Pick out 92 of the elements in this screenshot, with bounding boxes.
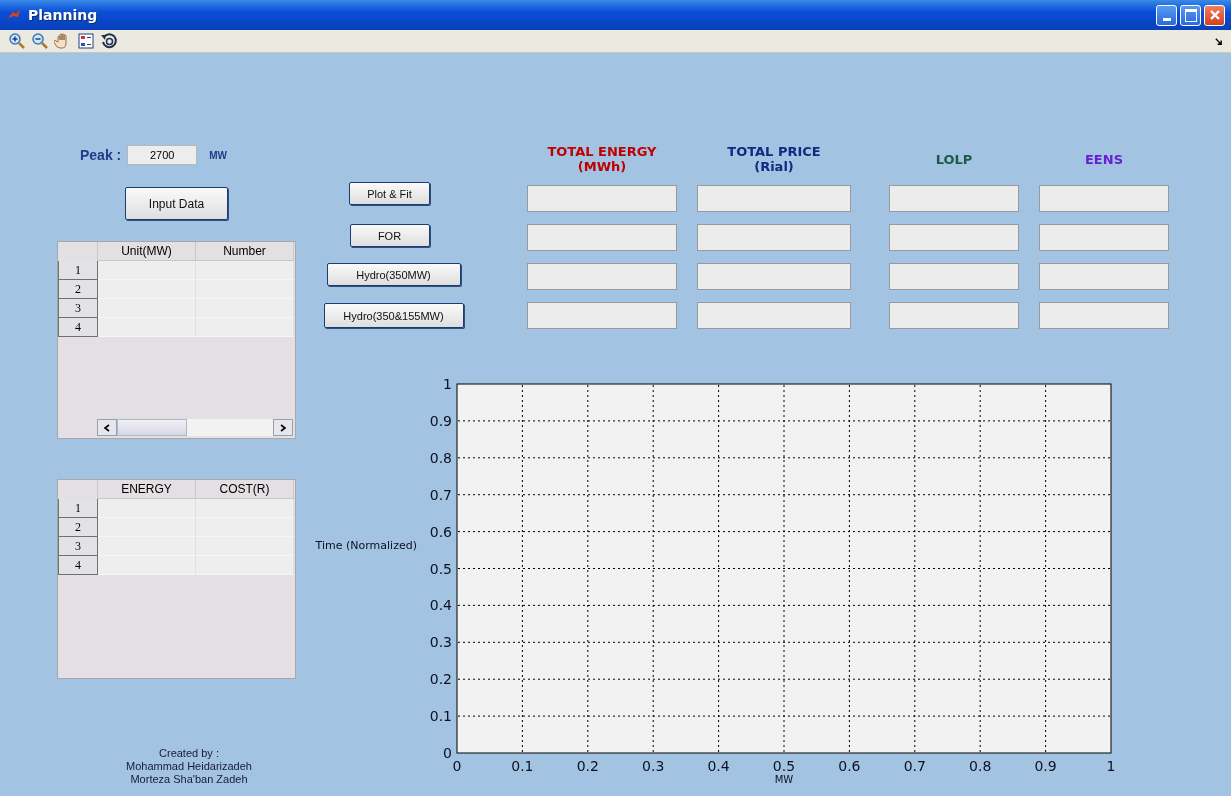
table-cell[interactable] [98, 537, 196, 556]
y-tick-label: 1 [443, 376, 452, 392]
unit-label: MW [209, 149, 228, 161]
result-field[interactable] [527, 302, 677, 329]
y-tick-label: 0.1 [429, 708, 452, 725]
y-tick-label: 0.9 [429, 412, 452, 429]
result-title: EENS [1085, 151, 1123, 167]
close-button[interactable] [1204, 4, 1225, 26]
result-field[interactable] [697, 302, 851, 329]
table-cell[interactable] [196, 280, 294, 299]
table-cell[interactable] [98, 261, 196, 280]
result-field[interactable] [1039, 302, 1169, 329]
row-header: 2 [58, 280, 98, 299]
window-title: Planning [28, 7, 98, 23]
credit-text: Created by : [159, 747, 219, 759]
input-data-button[interactable]: Input Data [125, 187, 228, 220]
y-tick-label: 0.8 [429, 449, 452, 466]
table-cell[interactable] [98, 318, 196, 337]
x-tick-label: 0.7 [903, 758, 926, 774]
table-cell[interactable] [196, 556, 294, 575]
x-tick-label: 0.6 [838, 758, 861, 774]
x-tick-label: 0.9 [1034, 758, 1057, 774]
table-cell[interactable] [196, 318, 294, 337]
minimize-button[interactable] [1156, 4, 1177, 26]
table-cell[interactable] [98, 299, 196, 318]
zoom-out-icon[interactable] [31, 32, 49, 50]
result-field[interactable] [697, 224, 851, 251]
x-tick-label: 0.2 [576, 758, 599, 774]
table-cell[interactable] [98, 280, 196, 299]
action-button[interactable]: Plot & Fit [349, 182, 430, 205]
result-field[interactable] [697, 185, 851, 212]
result-title: TOTAL PRICE [727, 144, 821, 159]
close-icon [1208, 9, 1221, 21]
action-button[interactable]: FOR [349, 224, 430, 247]
y-tick-label: 0.5 [429, 560, 452, 577]
maximize-button[interactable] [1180, 4, 1201, 26]
x-tick-label: 1 [1106, 758, 1116, 774]
y-tick-label: 0.4 [429, 597, 452, 614]
row-header: 1 [58, 499, 98, 518]
result-field[interactable] [889, 185, 1019, 212]
y-tick-label: 0 [443, 745, 452, 761]
row-header: 2 [58, 518, 98, 537]
result-field[interactable] [889, 224, 1019, 251]
peak-label: Peak : [80, 147, 122, 163]
y-axis-label: Time (Normalized) [315, 539, 417, 552]
y-tick-label: 0.6 [429, 523, 452, 540]
credit-text: Mohammad Heidarizadeh [126, 760, 252, 772]
result-unit: (MWh) [577, 159, 627, 174]
x-tick-label: 0.8 [969, 758, 992, 774]
result-field[interactable] [1039, 185, 1169, 212]
horizontal-scrollbar[interactable] [97, 419, 293, 436]
table-cell[interactable] [196, 261, 294, 280]
y-tick-label: 0.3 [429, 634, 452, 651]
result-field[interactable] [1039, 263, 1169, 290]
table-cell[interactable] [98, 518, 196, 537]
zoom-in-icon[interactable] [8, 32, 26, 50]
table-cell[interactable] [196, 518, 294, 537]
credit-text: Morteza Sha'ban Zadeh [130, 773, 248, 785]
row-header: 3 [58, 537, 98, 556]
action-button[interactable]: Hydro(350MW) [326, 263, 461, 286]
result-field[interactable] [527, 185, 677, 212]
table-cell[interactable] [98, 556, 196, 575]
result-field[interactable] [889, 263, 1019, 290]
x-tick-label: 0.5 [772, 758, 796, 774]
x-tick-label: 0.1 [511, 758, 534, 774]
row-header: 1 [58, 261, 98, 280]
result-field[interactable] [697, 263, 851, 290]
legend-icon[interactable] [77, 32, 95, 50]
x-tick-label: 0.3 [642, 758, 665, 774]
result-title: LOLP [935, 151, 973, 167]
x-axis-label: MW [774, 774, 794, 785]
x-tick-label: 0 [452, 758, 462, 774]
table-cell[interactable] [98, 499, 196, 518]
result-field[interactable] [527, 263, 677, 290]
row-header: 4 [58, 318, 98, 337]
result-field[interactable] [1039, 224, 1169, 251]
x-tick-label: 0.4 [707, 758, 730, 774]
rotate-icon[interactable] [100, 32, 118, 50]
dock-arrow-icon[interactable] [1214, 36, 1223, 46]
result-title: TOTAL ENERGY [547, 144, 657, 159]
result-field[interactable] [889, 302, 1019, 329]
table-cell[interactable] [196, 499, 294, 518]
result-field[interactable] [527, 224, 677, 251]
y-tick-label: 0.2 [429, 671, 452, 688]
result-unit: (Rial) [754, 159, 794, 174]
table-cell[interactable] [196, 299, 294, 318]
table-cell[interactable] [196, 537, 294, 556]
row-header: 4 [58, 556, 98, 575]
y-tick-label: 0.7 [429, 486, 452, 503]
action-button[interactable]: Hydro(350&155MW) [323, 303, 464, 328]
peak-field[interactable]: 2700 [127, 145, 198, 165]
row-header: 3 [58, 299, 98, 318]
